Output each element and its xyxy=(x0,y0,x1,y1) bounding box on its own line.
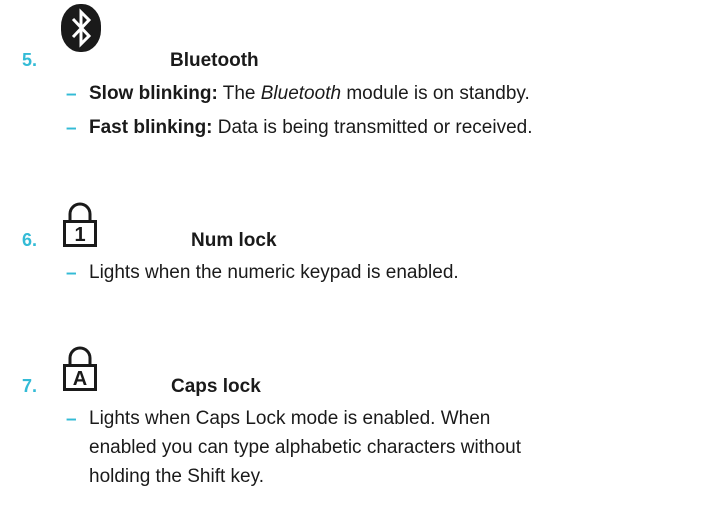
item-title: Caps lock xyxy=(171,376,261,397)
caps-lock-glyph: A xyxy=(73,368,87,390)
bullet-description: Data is being transmitted or received. xyxy=(217,117,533,138)
caps-lock-icon: A xyxy=(63,346,97,391)
bullet-text: Lights when the numeric keypad is enable… xyxy=(89,262,459,283)
bullet-text-line-3: holding the Shift key. xyxy=(89,466,264,487)
item-number: 6. xyxy=(22,230,38,250)
bullet-text: Fast blinking: Data is being transmitted… xyxy=(89,116,533,140)
bullet-text: Slow blinking: The Bluetooth module is o… xyxy=(89,82,530,106)
num-lock-icon: 1 xyxy=(63,202,97,247)
item-number: 7. xyxy=(22,376,38,396)
bullet-dash: – xyxy=(66,84,77,105)
bullet-italic-term: Bluetooth xyxy=(260,83,342,104)
item-number: 5. xyxy=(22,50,38,70)
bullet-dash: – xyxy=(66,263,77,284)
bullet-text-line-2: enabled you can type alphabetic characte… xyxy=(89,437,521,458)
bullet-text-line-1: Lights when Caps Lock mode is enabled. W… xyxy=(89,408,491,429)
bluetooth-icon xyxy=(61,4,101,52)
num-lock-glyph: 1 xyxy=(74,224,85,246)
bullet-dash: – xyxy=(66,409,77,430)
bullet-bold-label: Slow blinking: xyxy=(89,83,218,104)
item-title: Num lock xyxy=(191,230,277,251)
bullet-text-before: The xyxy=(222,83,256,104)
bullet-bold-label: Fast blinking: xyxy=(89,117,213,138)
bullet-dash: – xyxy=(66,118,77,139)
item-title: Bluetooth xyxy=(170,50,259,71)
bullet-text-after: module is on standby. xyxy=(346,83,530,104)
